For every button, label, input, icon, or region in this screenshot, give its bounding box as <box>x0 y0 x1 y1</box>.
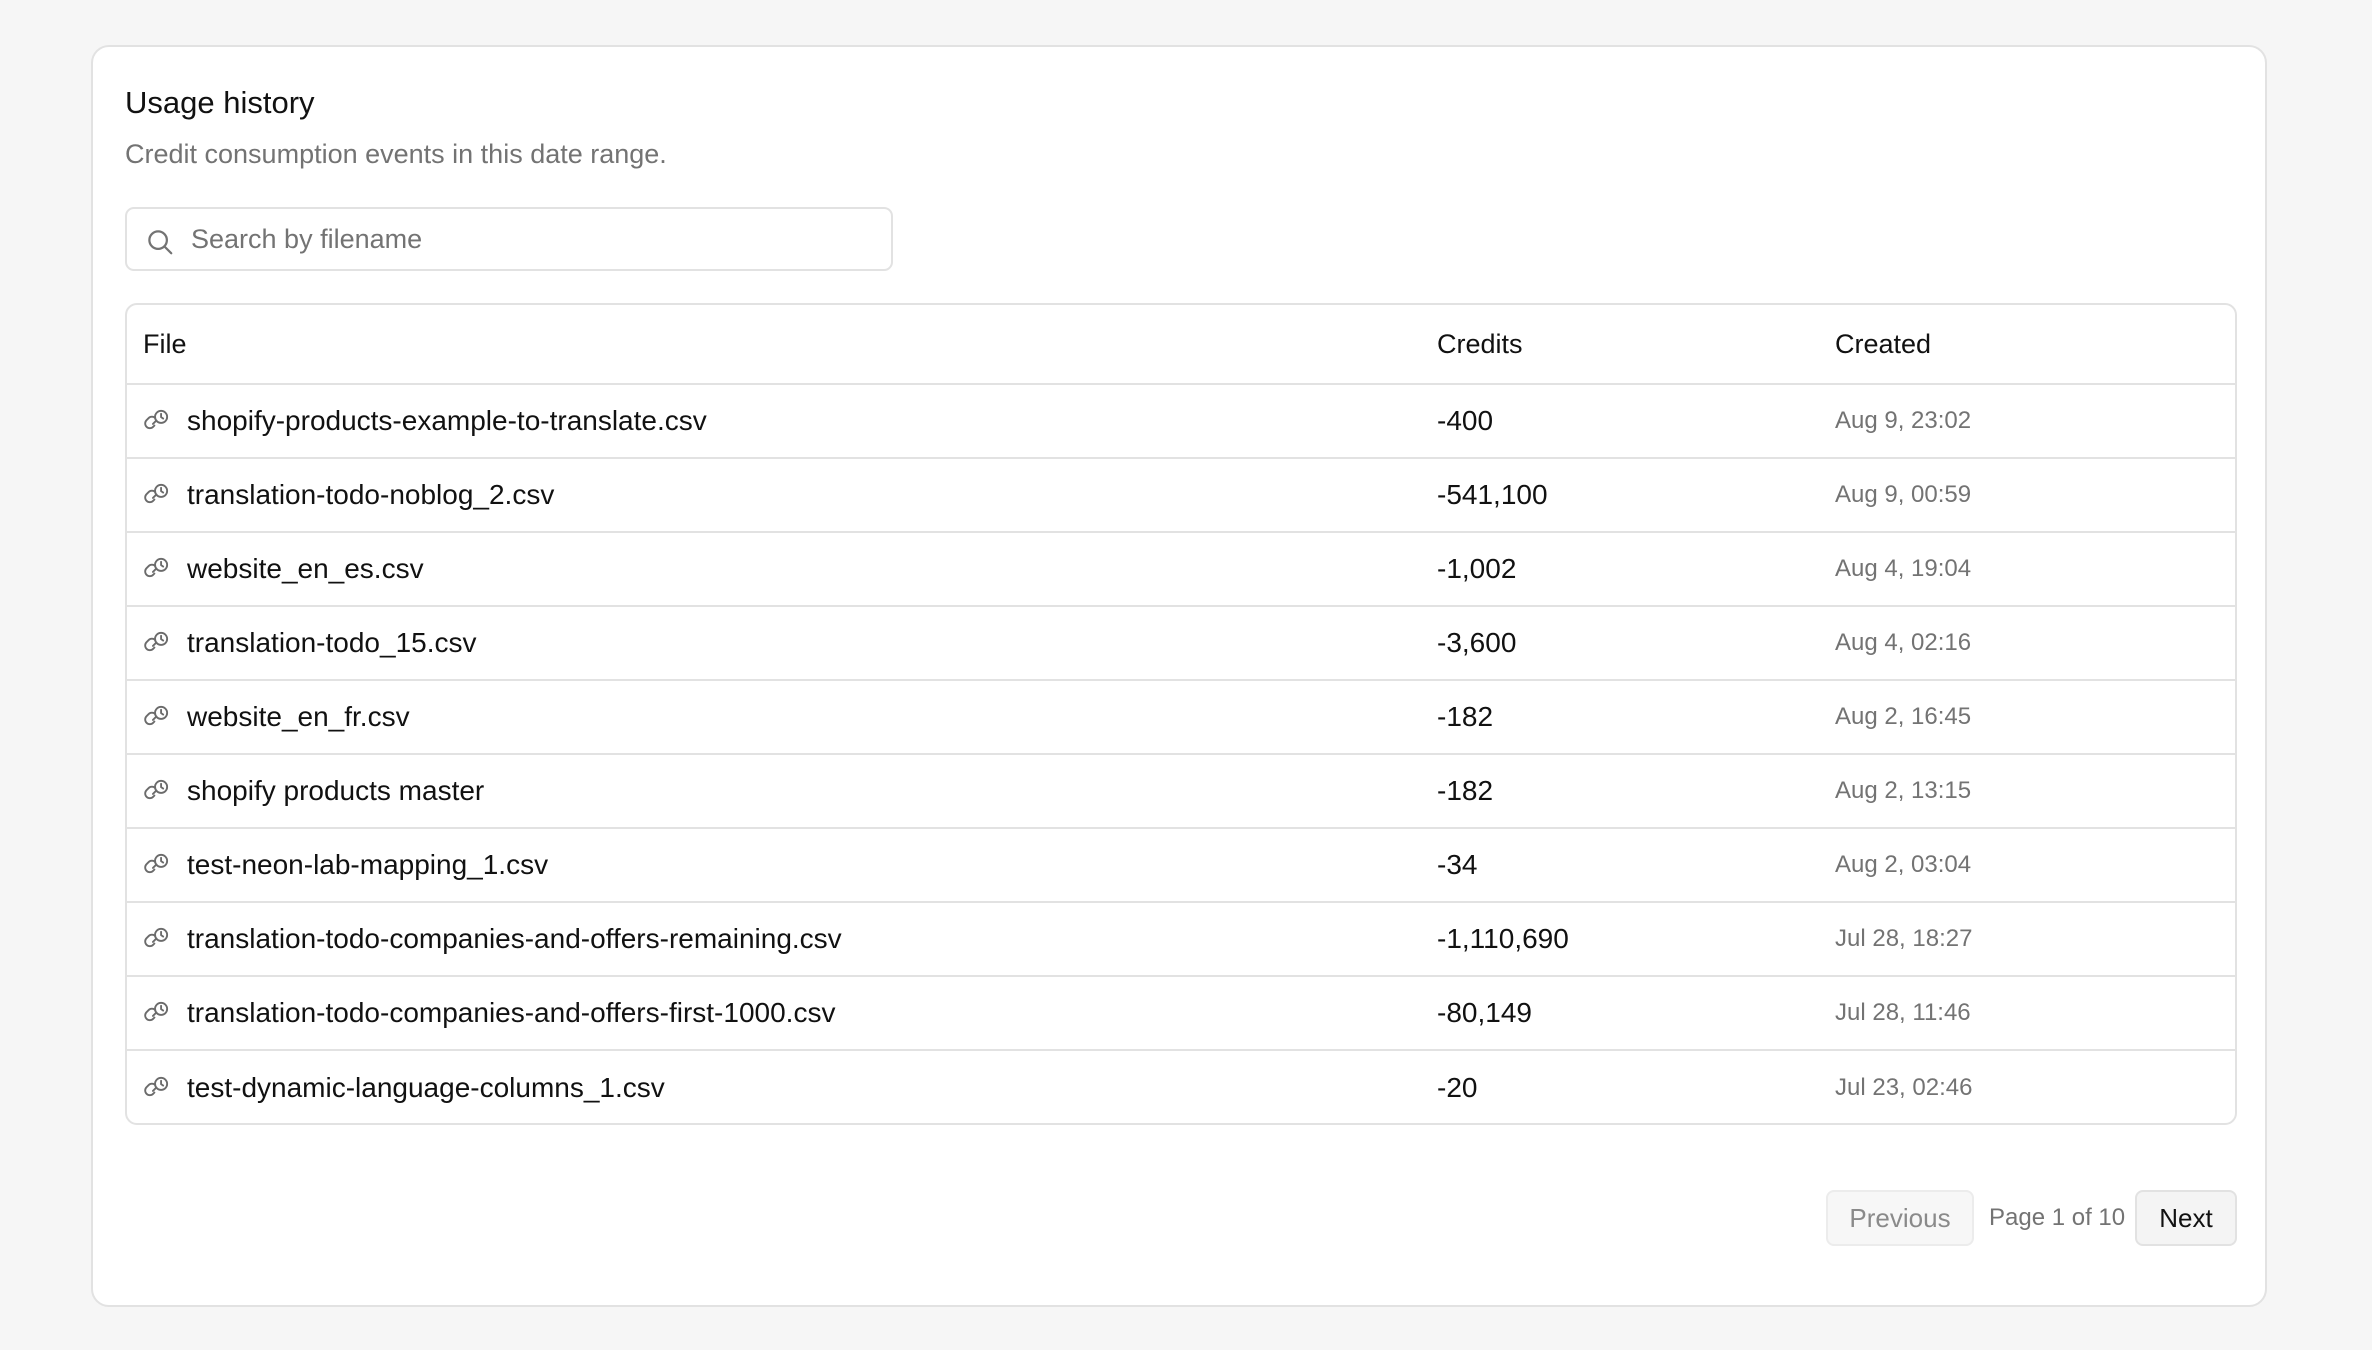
created-timestamp: Aug 2, 16:45 <box>1835 703 1972 730</box>
file-link[interactable]: test-dynamic-language-columns_1.csv <box>143 1072 1437 1104</box>
table-row[interactable]: website_en_es.csv -1,002 Aug 4, 19:04 <box>127 532 2235 606</box>
created-timestamp: Jul 23, 02:46 <box>1835 1073 1973 1101</box>
link-icon <box>144 779 169 800</box>
credits-value: -182 <box>1437 775 1494 806</box>
created-timestamp: Jul 28, 18:27 <box>1835 925 1973 952</box>
file-cell: translation-todo-companies-and-offers-re… <box>127 902 1437 976</box>
file-cell: shopify products master <box>127 754 1437 828</box>
file-cell: translation-todo-noblog_2.csv <box>127 458 1437 532</box>
file-cell: test-dynamic-language-columns_1.csv <box>127 1050 1437 1123</box>
table-body: shopify-products-example-to-translate.cs… <box>127 384 2235 1123</box>
file-name[interactable]: translation-todo_15.csv <box>187 627 477 659</box>
table-row[interactable]: translation-todo_15.csv -3,600 Aug 4, 02:1… <box>127 606 2235 680</box>
link-icon <box>144 853 169 874</box>
created-timestamp: Aug 9, 00:59 <box>1835 481 1972 508</box>
created-timestamp: Aug 2, 03:04 <box>1835 851 1972 878</box>
file-link[interactable]: test-neon-lab-mapping_1.csv <box>143 849 1437 881</box>
link-icon <box>144 927 169 948</box>
search-icon <box>148 230 173 255</box>
file-link[interactable]: shopify-products-example-to-translate.cs… <box>143 405 1437 437</box>
card-subtitle: Credit consumption events in this date r… <box>125 139 667 169</box>
card-title: Usage history <box>125 85 315 120</box>
file-link[interactable]: translation-todo-companies-and-offers-fi… <box>143 997 1437 1029</box>
table-row[interactable]: test-dynamic-language-columns_1.csv -20 Ju… <box>127 1050 2235 1123</box>
search-box[interactable] <box>125 207 893 271</box>
file-link[interactable]: translation-todo-companies-and-offers-re… <box>143 923 1437 955</box>
file-name[interactable]: shopify-products-example-to-translate.cs… <box>187 405 707 437</box>
file-cell: translation-todo-companies-and-offers-fi… <box>127 976 1437 1050</box>
file-link[interactable]: website_en_es.csv <box>143 553 1437 585</box>
file-link[interactable]: shopify products master <box>143 775 1437 807</box>
link-icon <box>144 483 169 504</box>
usage-history-card: Usage history Credit consumption events … <box>91 45 2267 1307</box>
credits-value: -80,149 <box>1437 997 1532 1028</box>
table-header-row: File Credits Created <box>127 305 2235 384</box>
file-cell: test-neon-lab-mapping_1.csv <box>127 828 1437 902</box>
next-button[interactable]: Next <box>2135 1190 2237 1246</box>
file-link[interactable]: website_en_fr.csv <box>143 701 1437 733</box>
table-row[interactable]: translation-todo-companies-and-offers-re… <box>127 902 2235 976</box>
page-indicator: Page 1 of 10 <box>1989 1204 2126 1231</box>
credits-value: -3,600 <box>1437 627 1517 658</box>
link-icon <box>144 1076 169 1096</box>
credits-value: -1,002 <box>1437 553 1517 584</box>
file-name[interactable]: translation-todo-companies-and-offers-fi… <box>187 997 835 1029</box>
created-timestamp: Aug 9, 23:02 <box>1835 407 1972 434</box>
search-input[interactable] <box>191 209 881 269</box>
file-name[interactable]: test-dynamic-language-columns_1.csv <box>187 1072 665 1104</box>
created-timestamp: Aug 4, 19:04 <box>1835 555 1972 582</box>
file-name[interactable]: test-neon-lab-mapping_1.csv <box>187 849 548 881</box>
file-cell: website_en_es.csv <box>127 532 1437 606</box>
table-row[interactable]: translation-todo-noblog_2.csv -541,100 Aug… <box>127 458 2235 532</box>
usage-table: File Credits Created shopify-products-ex… <box>125 303 2237 1125</box>
column-header-created[interactable]: Created <box>1835 305 2235 384</box>
file-name[interactable]: shopify products master <box>187 775 484 807</box>
file-link[interactable]: translation-todo_15.csv <box>143 627 1437 659</box>
link-icon <box>144 705 169 726</box>
file-cell: website_en_fr.csv <box>127 680 1437 754</box>
table-row[interactable]: translation-todo-companies-and-offers-fi… <box>127 976 2235 1050</box>
column-header-credits[interactable]: Credits <box>1437 305 1835 384</box>
file-name[interactable]: translation-todo-companies-and-offers-re… <box>187 923 842 955</box>
table-row[interactable]: website_en_fr.csv -182 Aug 2, 16:45 <box>127 680 2235 754</box>
previous-button[interactable]: Previous <box>1826 1190 1974 1246</box>
file-name[interactable]: website_en_es.csv <box>187 553 424 585</box>
file-cell: shopify-products-example-to-translate.cs… <box>127 384 1437 458</box>
table-row[interactable]: shopify-products-example-to-translate.cs… <box>127 384 2235 458</box>
created-timestamp: Aug 4, 02:16 <box>1835 629 1972 656</box>
link-icon <box>144 631 169 652</box>
created-timestamp: Jul 28, 11:46 <box>1835 999 1971 1026</box>
table-row[interactable]: test-neon-lab-mapping_1.csv -34 Aug 2, 03:… <box>127 828 2235 902</box>
file-link[interactable]: translation-todo-noblog_2.csv <box>143 479 1437 511</box>
link-icon <box>144 409 169 430</box>
link-icon <box>144 557 169 578</box>
credits-value: -20 <box>1437 1071 1478 1103</box>
table-row[interactable]: shopify products master -182 Aug 2, 13:15 <box>127 754 2235 828</box>
credits-value: -400 <box>1437 405 1494 436</box>
file-name[interactable]: website_en_fr.csv <box>187 701 410 733</box>
credits-value: -182 <box>1437 701 1494 732</box>
credits-value: -34 <box>1437 849 1478 880</box>
column-header-file[interactable]: File <box>127 305 1437 384</box>
credits-value: -541,100 <box>1437 479 1548 510</box>
file-name[interactable]: translation-todo-noblog_2.csv <box>187 479 554 511</box>
link-icon <box>144 1001 169 1022</box>
created-timestamp: Aug 2, 13:15 <box>1835 777 1972 804</box>
file-cell: translation-todo_15.csv <box>127 606 1437 680</box>
credits-value: -1,110,690 <box>1437 923 1569 954</box>
